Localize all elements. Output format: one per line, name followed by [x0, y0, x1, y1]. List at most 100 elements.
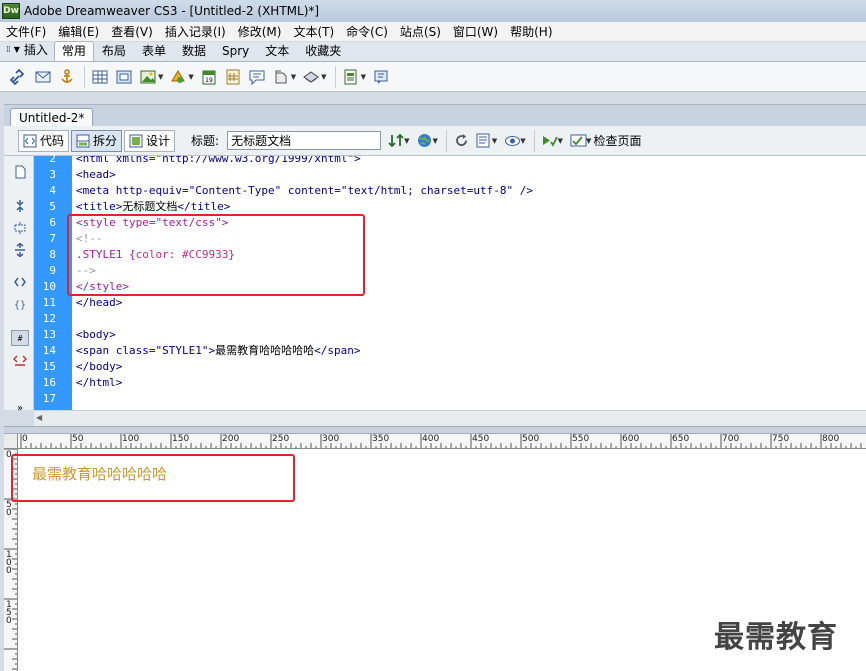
document-tab-strip: Untitled-2* [4, 104, 866, 127]
code-token: </span> [314, 344, 361, 357]
line-number: 13 [42, 328, 56, 341]
line-number: 12 [42, 312, 56, 325]
head-dropdown-icon[interactable]: ▼ [291, 73, 296, 81]
code-line[interactable]: </body> [76, 359, 122, 375]
table-icon[interactable] [89, 66, 111, 88]
open-documents-icon[interactable] [11, 164, 29, 180]
named-anchor-icon[interactable] [56, 66, 78, 88]
title-bar: Dw Adobe Dreamweaver CS3 - [Untitled-2 (… [0, 0, 866, 22]
refresh-icon[interactable] [451, 130, 473, 152]
collapse-tag-icon[interactable] [11, 198, 29, 214]
check-page-dropdown-icon[interactable]: ▼ [586, 137, 591, 145]
visual-aids-dropdown-icon[interactable]: ▼ [520, 137, 525, 145]
tag-chooser-icon[interactable] [370, 66, 392, 88]
dreamweaver-logo: Dw [2, 3, 20, 19]
menu-commands[interactable]: 命令(C) [340, 22, 394, 42]
line-number: 4 [49, 184, 56, 197]
code-line[interactable]: <span class="STYLE1">最需教育哈哈哈哈哈</span> [76, 343, 360, 359]
code-line[interactable]: </head> [76, 295, 122, 311]
preview-dropdown-icon[interactable]: ▼ [432, 137, 437, 145]
split-view-label: 拆分 [93, 134, 118, 148]
ruler-corner[interactable] [4, 434, 18, 449]
page-title-input[interactable] [227, 131, 382, 150]
insert-label: 插入 [23, 43, 48, 57]
menu-file[interactable]: 文件(F) [0, 22, 52, 42]
validate-dropdown-icon[interactable]: ▼ [558, 137, 563, 145]
hyperlink-icon[interactable] [8, 66, 30, 88]
menu-view[interactable]: 查看(V) [105, 22, 159, 42]
ruler-label: 150 [172, 434, 190, 444]
check-page-label[interactable]: 检查页面 [593, 132, 641, 149]
highlight-invalid-code-icon[interactable] [11, 352, 29, 368]
panel-grip-icon[interactable]: ⁞⁞ [6, 45, 11, 55]
menu-edit[interactable]: 编辑(E) [52, 22, 105, 42]
document-tab-untitled-2[interactable]: Untitled-2* [10, 108, 94, 127]
comment-icon[interactable] [246, 66, 268, 88]
code-line[interactable]: <head> [76, 167, 116, 183]
svg-text:{}: {} [14, 300, 26, 311]
image-dropdown-icon[interactable]: ▼ [158, 73, 163, 81]
code-line[interactable]: <title>无标题文档</title> [76, 199, 230, 215]
ruler-label: 1 5 0 [6, 600, 12, 626]
toolbar-separator [445, 129, 447, 152]
scroll-left-arrow-icon[interactable]: ◀ [36, 413, 42, 422]
tab-spry[interactable]: Spry [214, 41, 257, 61]
media-icon[interactable] [167, 66, 189, 88]
insert-panel-header[interactable]: ⁞⁞ ▼ 插入 [0, 41, 54, 61]
tab-text[interactable]: 文本 [257, 41, 297, 61]
templates-icon[interactable] [340, 66, 362, 88]
menu-bar: 文件(F) 编辑(E) 查看(V) 插入记录(I) 修改(M) 文本(T) 命令… [0, 22, 866, 42]
more-tools-icon[interactable]: » [11, 400, 29, 416]
tab-favorites[interactable]: 收藏夹 [297, 41, 349, 61]
code-horizontal-scrollbar[interactable]: ◀ [34, 410, 866, 426]
tab-common[interactable]: 常用 [53, 41, 94, 61]
collapse-selection-icon[interactable] [11, 220, 29, 236]
ruler-label: 350 [372, 434, 390, 444]
collapse-triangle-icon[interactable]: ▼ [14, 45, 20, 54]
email-link-icon[interactable] [32, 66, 54, 88]
expand-all-icon[interactable] [11, 242, 29, 258]
menu-insert-record[interactable]: 插入记录(I) [159, 22, 232, 42]
ruler-label: 700 [722, 434, 740, 444]
code-line[interactable]: <html xmlns="http://www.w3.org/1999/xhtm… [76, 156, 361, 167]
ruler-label: 550 [572, 434, 590, 444]
split-view-button[interactable]: 拆分 [71, 129, 123, 152]
ruler-label: 800 [822, 434, 840, 444]
ruler-label: 300 [322, 434, 340, 444]
line-number: 11 [42, 296, 56, 309]
toolbar-separator [84, 65, 85, 88]
menu-help[interactable]: 帮助(H) [504, 22, 558, 42]
line-number: 14 [42, 344, 56, 357]
file-management-dropdown-icon[interactable]: ▼ [404, 137, 409, 145]
menu-site[interactable]: 站点(S) [394, 22, 447, 42]
layer-div-icon[interactable] [113, 66, 135, 88]
design-view-button[interactable]: 设计 [124, 129, 176, 152]
code-line[interactable]: <body> [76, 327, 116, 343]
server-include-icon[interactable] [222, 66, 244, 88]
templates-dropdown-icon[interactable]: ▼ [361, 73, 366, 81]
tab-data[interactable]: 数据 [174, 41, 214, 61]
head-icon[interactable] [270, 66, 292, 88]
menu-window[interactable]: 窗口(W) [447, 22, 504, 42]
code-line[interactable]: </html> [76, 375, 122, 391]
media-dropdown-icon[interactable]: ▼ [188, 73, 193, 81]
line-number: 2 [49, 152, 56, 165]
select-parent-tag-icon[interactable] [11, 274, 29, 290]
ruler-label: 200 [222, 434, 240, 444]
split-view-divider[interactable] [4, 426, 866, 434]
script-icon[interactable] [300, 66, 322, 88]
script-dropdown-icon[interactable]: ▼ [321, 73, 326, 81]
menu-text[interactable]: 文本(T) [287, 22, 340, 42]
balance-braces-icon[interactable]: {} [11, 296, 29, 312]
line-numbers-icon[interactable]: # [11, 330, 29, 346]
menu-modify[interactable]: 修改(M) [232, 22, 288, 42]
image-icon[interactable] [137, 66, 159, 88]
tab-layout[interactable]: 布局 [94, 41, 134, 61]
code-view-button[interactable]: 代码 [18, 129, 70, 152]
code-line[interactable]: <meta http-equiv="Content-Type" content=… [76, 183, 533, 199]
view-options-dropdown-icon[interactable]: ▼ [492, 137, 497, 145]
line-number: 7 [49, 232, 56, 245]
date-icon[interactable]: 19 [198, 66, 220, 88]
tab-forms[interactable]: 表单 [134, 41, 174, 61]
ruler-label: 750 [772, 434, 790, 444]
